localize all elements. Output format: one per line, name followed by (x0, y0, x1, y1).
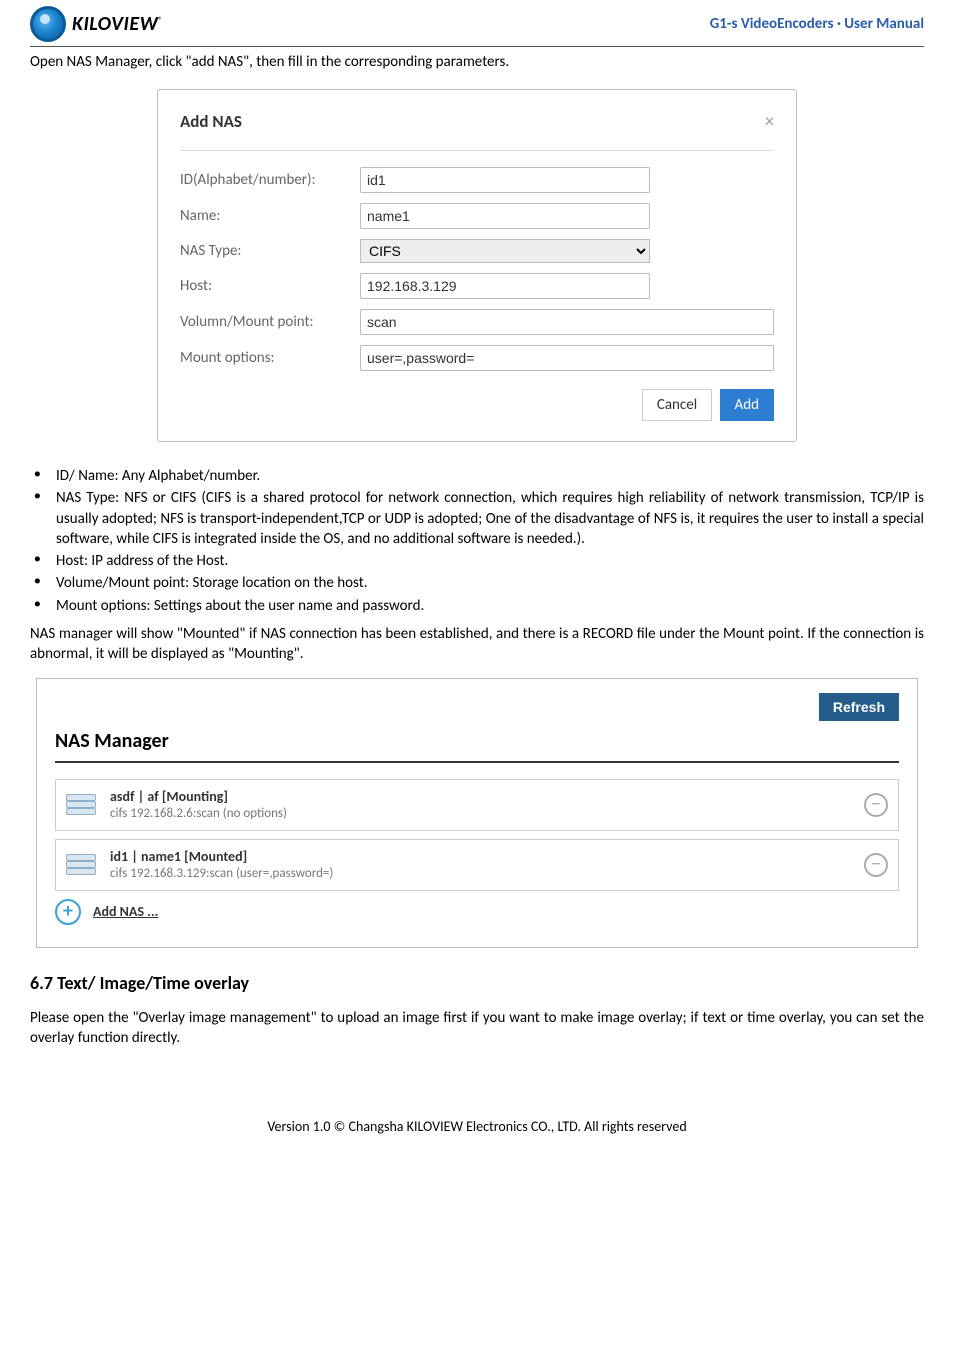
nas-row-detail: cifs 192.168.3.129:scan (user=,password=… (110, 866, 850, 882)
host-input[interactable] (360, 273, 650, 299)
add-nas-link[interactable]: Add NAS ... (93, 903, 158, 920)
name-input[interactable] (360, 203, 650, 229)
nas-row-detail: cifs 192.168.2.6:scan (no options) (110, 806, 850, 822)
intro-text: Open NAS Manager, click "add NAS", then … (30, 53, 924, 71)
nas-row: id1 | name1 [Mounted] cifs 192.168.3.129… (55, 839, 899, 891)
list-item: NAS Type: NFS or CIFS (CIFS is a shared … (56, 488, 924, 549)
name-label: Name: (180, 207, 360, 225)
id-input[interactable] (360, 167, 650, 193)
nas-type-select[interactable]: CIFS (360, 239, 650, 263)
opts-label: Mount options: (180, 349, 360, 367)
mount-input[interactable] (360, 309, 774, 335)
brand-logo-icon (30, 6, 66, 42)
refresh-button[interactable]: Refresh (819, 693, 899, 721)
nas-row: asdf | af [Mounting] cifs 192.168.2.6:sc… (55, 779, 899, 831)
remove-nas-button[interactable]: − (864, 793, 888, 817)
opts-input[interactable] (360, 345, 774, 371)
id-label: ID(Alphabet/number): (180, 171, 360, 189)
add-nas-dialog: Add NAS × ID(Alphabet/number): Name: NAS… (157, 89, 797, 442)
page-footer: Version 1.0 © Changsha KILOVIEW Electron… (30, 1118, 924, 1135)
mount-label: Volumn/Mount point: (180, 313, 360, 331)
nas-row-title: asdf | af [Mounting] (110, 788, 850, 806)
add-button[interactable]: Add (720, 389, 774, 421)
nas-info: id1 | name1 [Mounted] cifs 192.168.3.129… (110, 848, 850, 882)
doc-header: KILOVIEW® G1-s VideoEncoders · User Manu… (30, 0, 924, 47)
nas-info: asdf | af [Mounting] cifs 192.168.2.6:sc… (110, 788, 850, 822)
nas-manager-panel: Refresh NAS Manager asdf | af [Mounting]… (36, 678, 918, 948)
list-item: ID/ Name: Any Alphabet/number. (56, 466, 924, 486)
remove-nas-button[interactable]: − (864, 853, 888, 877)
dialog-title: Add NAS (180, 111, 242, 132)
list-item: Mount options: Settings about the user n… (56, 596, 924, 616)
drive-icon (66, 854, 96, 876)
bullet-list: ID/ Name: Any Alphabet/number. NAS Type:… (30, 466, 924, 616)
host-label: Host: (180, 277, 360, 295)
doc-title: G1-s VideoEncoders · User Manual (710, 15, 924, 33)
list-item: Volume/Mount point: Storage location on … (56, 573, 924, 593)
add-nas-icon[interactable]: + (55, 899, 81, 925)
brand-text: KILOVIEW® (72, 12, 163, 36)
cancel-button[interactable]: Cancel (642, 389, 712, 421)
brand-logo: KILOVIEW® (30, 6, 163, 42)
nas-manager-title: NAS Manager (55, 729, 899, 753)
post-bullets-text: NAS manager will show "Mounted" if NAS c… (30, 624, 924, 665)
type-label: NAS Type: (180, 242, 360, 260)
drive-icon (66, 794, 96, 816)
close-icon[interactable]: × (765, 110, 774, 132)
section-body: Please open the "Overlay image managemen… (30, 1008, 924, 1049)
list-item: Host: IP address of the Host. (56, 551, 924, 571)
nas-row-title: id1 | name1 [Mounted] (110, 848, 850, 866)
section-heading: 6.7 Text/ Image/Time overlay (30, 972, 924, 994)
